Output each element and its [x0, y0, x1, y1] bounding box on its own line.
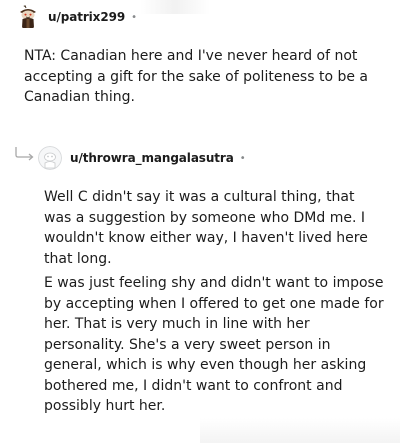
comment-paragraph: Well C didn't say it was a cultural thin… [44, 189, 368, 267]
comment-paragraph: E was just feeling shy and didn't want t… [44, 275, 384, 414]
default-avatar-icon[interactable] [38, 146, 62, 170]
comment-header: u/patrix299 • [16, 5, 137, 29]
comment-header: u/throwra_mangalasutra • [38, 146, 246, 170]
comment-author-username[interactable]: u/patrix299 [48, 10, 125, 24]
comment-author-username[interactable]: u/throwra_mangalasutra [70, 151, 234, 165]
meta-separator: • [239, 152, 246, 164]
reply-arrow-icon [15, 147, 34, 161]
faded-background-element [200, 418, 400, 443]
comment-body: NTA: Canadian here and I've never heard … [24, 46, 374, 112]
faded-background-element [140, 0, 210, 14]
snoo-avatar-icon[interactable] [16, 5, 40, 29]
comment-body: Well C didn't say it was a cultural thin… [44, 187, 384, 421]
meta-separator: • [131, 11, 137, 23]
comment-paragraph: NTA: Canadian here and I've never heard … [24, 48, 368, 105]
